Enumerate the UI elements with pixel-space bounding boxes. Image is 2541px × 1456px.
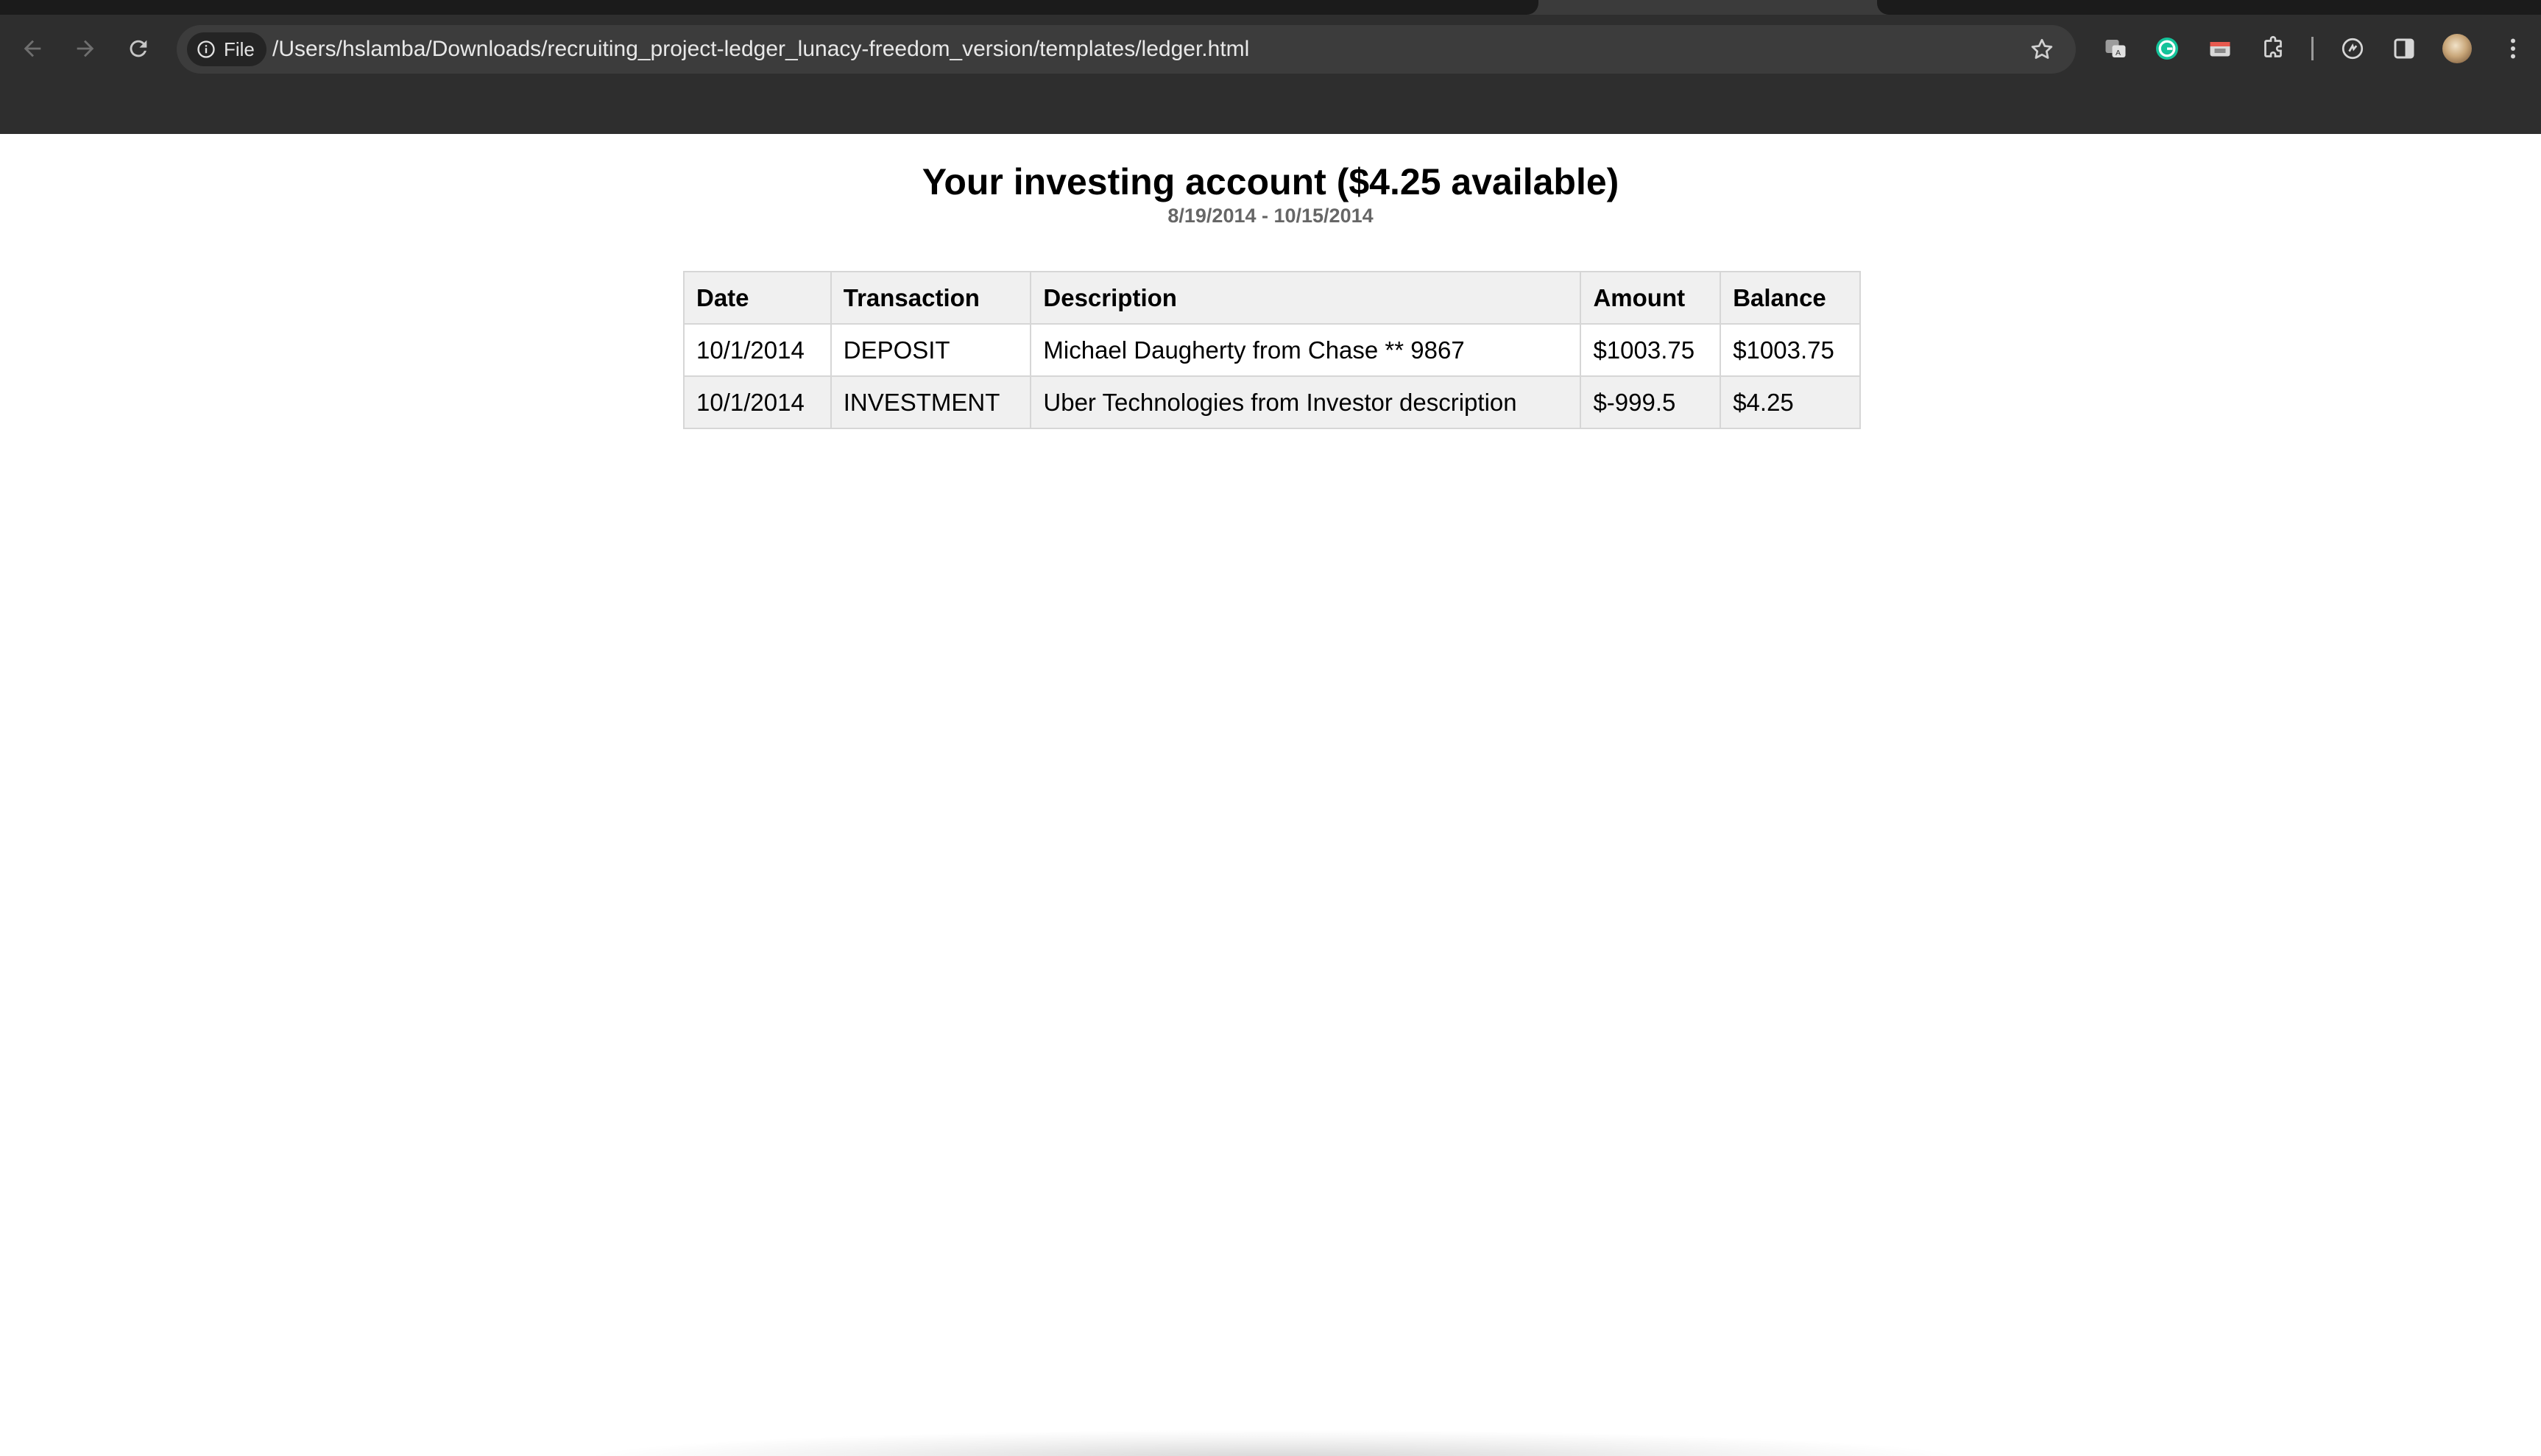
page-title: Your investing account ($4.25 available) [922, 161, 1619, 202]
table-row: 10/1/2014 DEPOSIT Michael Daugherty from… [683, 323, 1861, 377]
column-header-transaction: Transaction [830, 271, 1032, 325]
translate-extension-icon: A [2105, 40, 2126, 57]
extension-button[interactable] [2204, 32, 2236, 65]
sync-icon [2342, 38, 2364, 60]
star-icon[interactable] [2029, 36, 2055, 63]
extension-button[interactable] [2151, 32, 2183, 65]
ledger-table: Date Transaction Description Amount Bala… [683, 271, 1861, 429]
table-header-row: Date Transaction Description Amount Bala… [683, 271, 1861, 325]
cell-amount: $1003.75 [1580, 323, 1722, 377]
cell-transaction: INVESTMENT [830, 375, 1032, 429]
forward-arrow-icon [77, 40, 94, 57]
cell-date: 10/1/2014 [683, 323, 832, 377]
site-info-chip[interactable]: File [187, 32, 266, 66]
puzzle-icon [2264, 35, 2282, 57]
info-icon [197, 40, 215, 58]
reload-button[interactable] [118, 28, 159, 69]
side-panel-button[interactable] [2388, 32, 2420, 65]
table-row: 10/1/2014 INVESTMENT Uber Technologies f… [683, 375, 1861, 429]
grammarly-icon [2156, 38, 2178, 60]
cell-balance: $4.25 [1720, 375, 1861, 429]
toolbar-divider [2311, 37, 2314, 60]
address-bar[interactable]: File /Users/hslamba/Downloads/recruiting… [177, 25, 2076, 74]
clipper-extension-icon [2210, 42, 2230, 57]
sync-button[interactable] [2336, 32, 2369, 65]
cell-date: 10/1/2014 [683, 375, 832, 429]
extensions-menu-button[interactable] [2257, 32, 2289, 65]
column-header-balance: Balance [1720, 271, 1861, 325]
cell-description: Michael Daugherty from Chase ** 9867 [1030, 323, 1582, 377]
avatar[interactable] [2442, 34, 2472, 63]
cell-description: Uber Technologies from Investor descript… [1030, 375, 1582, 429]
url-scheme-label: File [224, 38, 255, 60]
url-text[interactable]: /Users/hslamba/Downloads/recruiting_proj… [272, 25, 1249, 74]
cell-amount: $-999.5 [1580, 375, 1722, 429]
extension-button[interactable]: A [2099, 32, 2132, 65]
reload-icon [130, 40, 147, 57]
browser-menu-button[interactable] [2497, 32, 2529, 65]
back-arrow-icon [24, 40, 41, 57]
page-content: Your investing account ($4.25 available)… [0, 134, 2541, 1456]
window-shadow [574, 1430, 1973, 1456]
svg-text:A: A [2116, 49, 2121, 57]
tab[interactable] [0, 0, 1538, 15]
column-header-date: Date [683, 271, 832, 325]
kebab-menu-icon [2511, 38, 2515, 59]
cell-balance: $1003.75 [1720, 323, 1861, 377]
back-button[interactable] [12, 28, 53, 69]
tab[interactable] [1877, 0, 2541, 15]
column-header-description: Description [1030, 271, 1582, 325]
column-header-amount: Amount [1580, 271, 1722, 325]
forward-button[interactable] [65, 28, 106, 69]
tab-strip [0, 0, 2541, 15]
cell-transaction: DEPOSIT [830, 323, 1032, 377]
date-range: 8/19/2014 - 10/15/2014 [1167, 205, 1374, 227]
side-panel-icon [2394, 38, 2414, 59]
browser-chrome: File /Users/hslamba/Downloads/recruiting… [0, 0, 2541, 134]
